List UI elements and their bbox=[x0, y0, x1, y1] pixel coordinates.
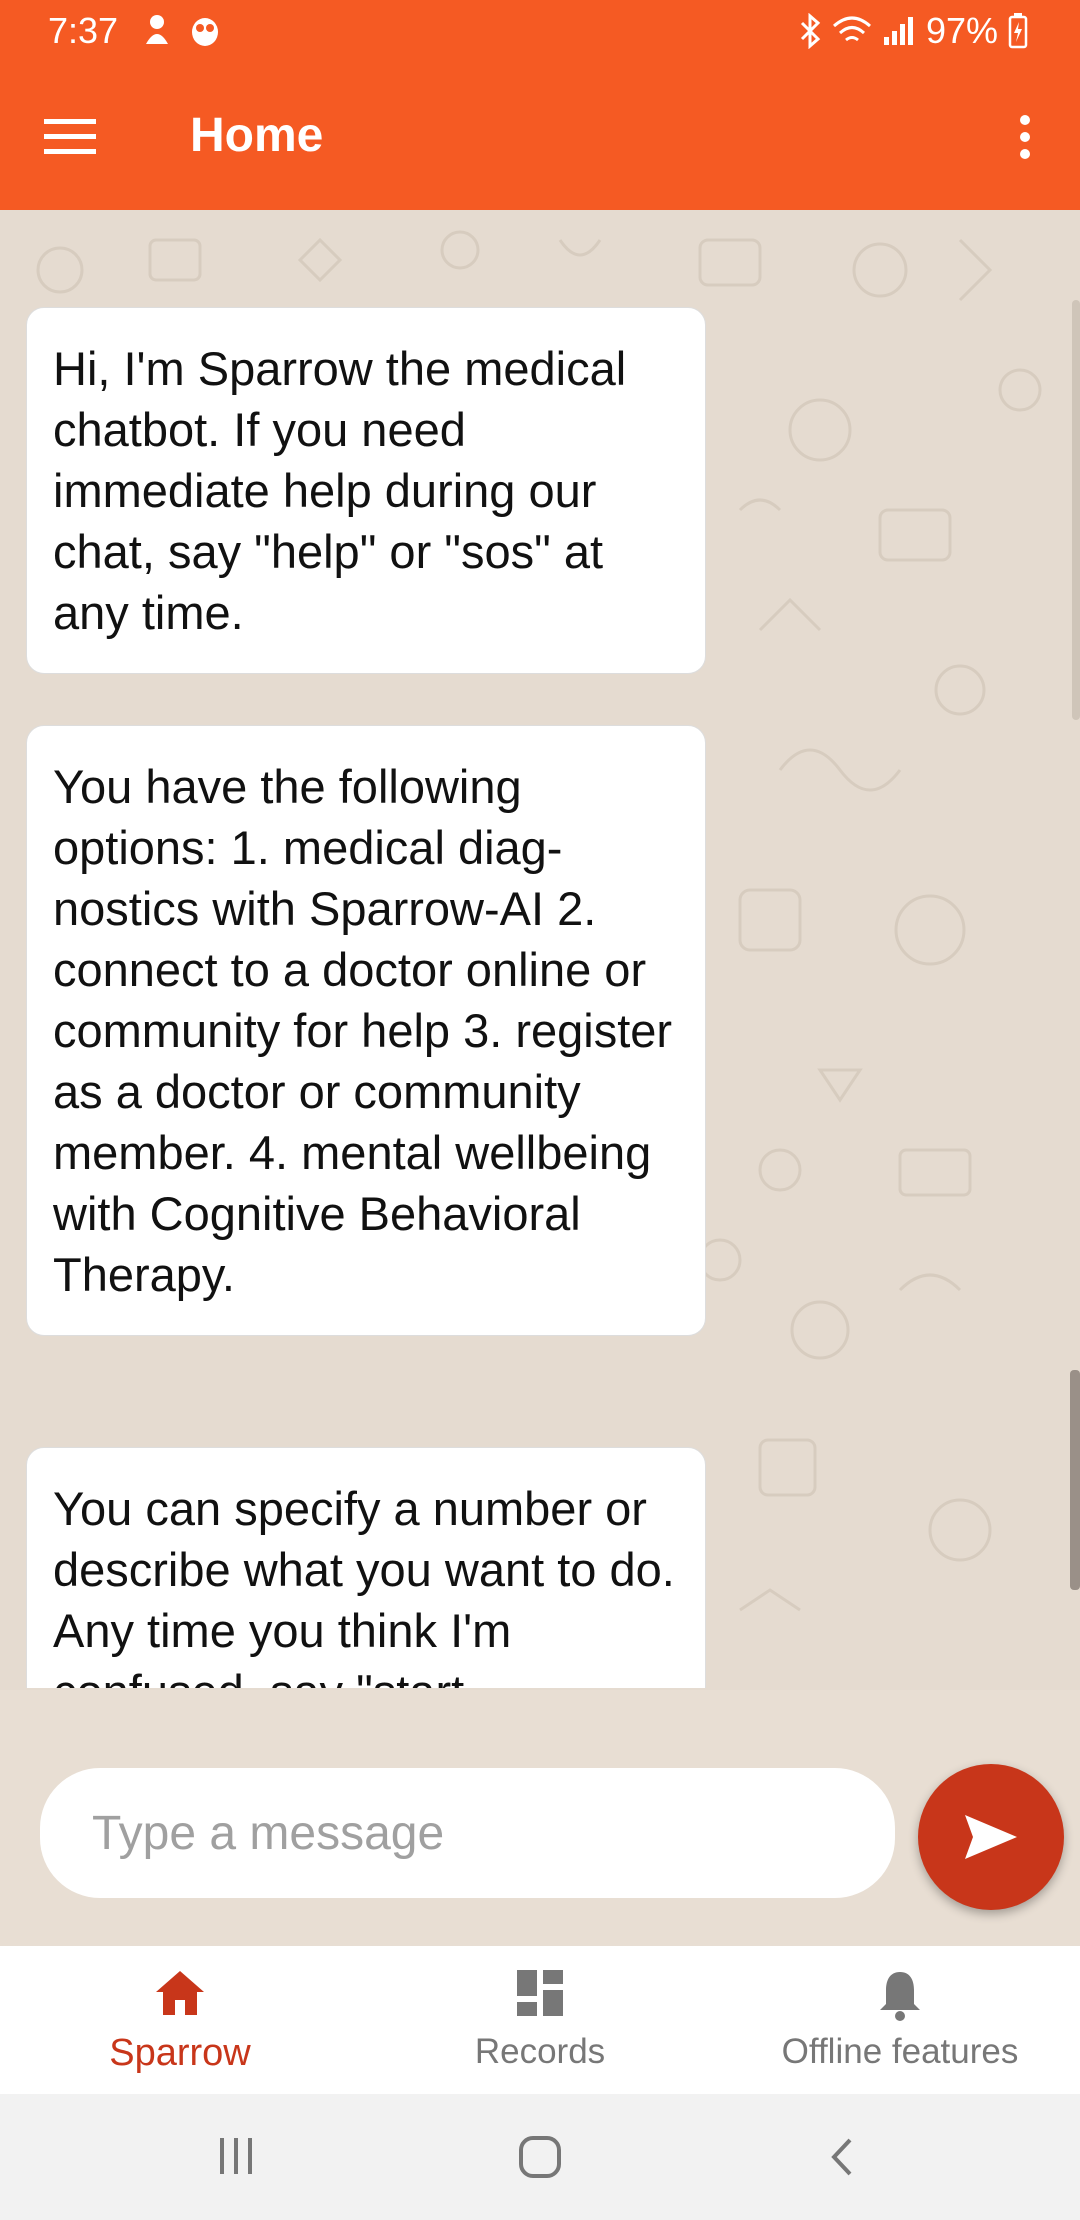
nav-label: Sparrow bbox=[109, 2032, 251, 2074]
send-button[interactable] bbox=[918, 1764, 1064, 1910]
nav-label: Offline features bbox=[781, 2032, 1019, 2071]
nav-item-offline-features[interactable]: Offline features bbox=[720, 1946, 1080, 2094]
owl-app-icon bbox=[192, 18, 218, 46]
notification-icon bbox=[146, 15, 168, 44]
battery-charging-icon bbox=[1008, 13, 1028, 49]
bell-icon bbox=[880, 1972, 920, 2021]
app-bar: Home bbox=[0, 62, 1080, 210]
message-input-placeholder: Type a message bbox=[92, 1806, 445, 1860]
dashboard-icon bbox=[517, 1970, 563, 2016]
nav-item-sparrow[interactable]: Sparrow bbox=[0, 1946, 360, 2094]
hamburger-menu-icon[interactable] bbox=[44, 117, 100, 157]
recent-apps-icon[interactable] bbox=[216, 2136, 256, 2176]
status-bar: 7:37 97% bbox=[0, 0, 1080, 62]
system-navigation-bar bbox=[0, 2094, 1080, 2220]
status-time: 7:37 bbox=[48, 10, 119, 51]
bot-message: You can specify a number or describe wha… bbox=[26, 1447, 706, 1688]
home-icon bbox=[156, 1971, 204, 2015]
bottom-navigation: Sparrow Records Offline features bbox=[0, 1946, 1080, 2094]
bot-message: You have the following options: 1. medic… bbox=[26, 725, 706, 1336]
send-icon bbox=[965, 1815, 1017, 1859]
bot-message: Hi, I'm Sparrow the medical chatbot. If … bbox=[26, 307, 706, 674]
nav-item-records[interactable]: Records bbox=[360, 1946, 720, 2094]
battery-percent: 97% bbox=[925, 10, 998, 51]
message-list: Hi, I'm Sparrow the medical chatbot. If … bbox=[0, 210, 1080, 1688]
signal-icon bbox=[883, 17, 913, 45]
chat-area[interactable]: Hi, I'm Sparrow the medical chatbot. If … bbox=[0, 210, 1080, 1690]
nav-label: Records bbox=[474, 2032, 606, 2071]
home-nav-icon[interactable] bbox=[517, 2134, 563, 2180]
more-vert-icon[interactable] bbox=[1010, 112, 1040, 162]
bluetooth-icon bbox=[800, 13, 821, 49]
page-title: Home bbox=[190, 109, 324, 162]
wifi-icon bbox=[832, 16, 871, 42]
back-nav-icon[interactable] bbox=[826, 2136, 856, 2178]
message-input[interactable]: Type a message bbox=[40, 1768, 895, 1898]
